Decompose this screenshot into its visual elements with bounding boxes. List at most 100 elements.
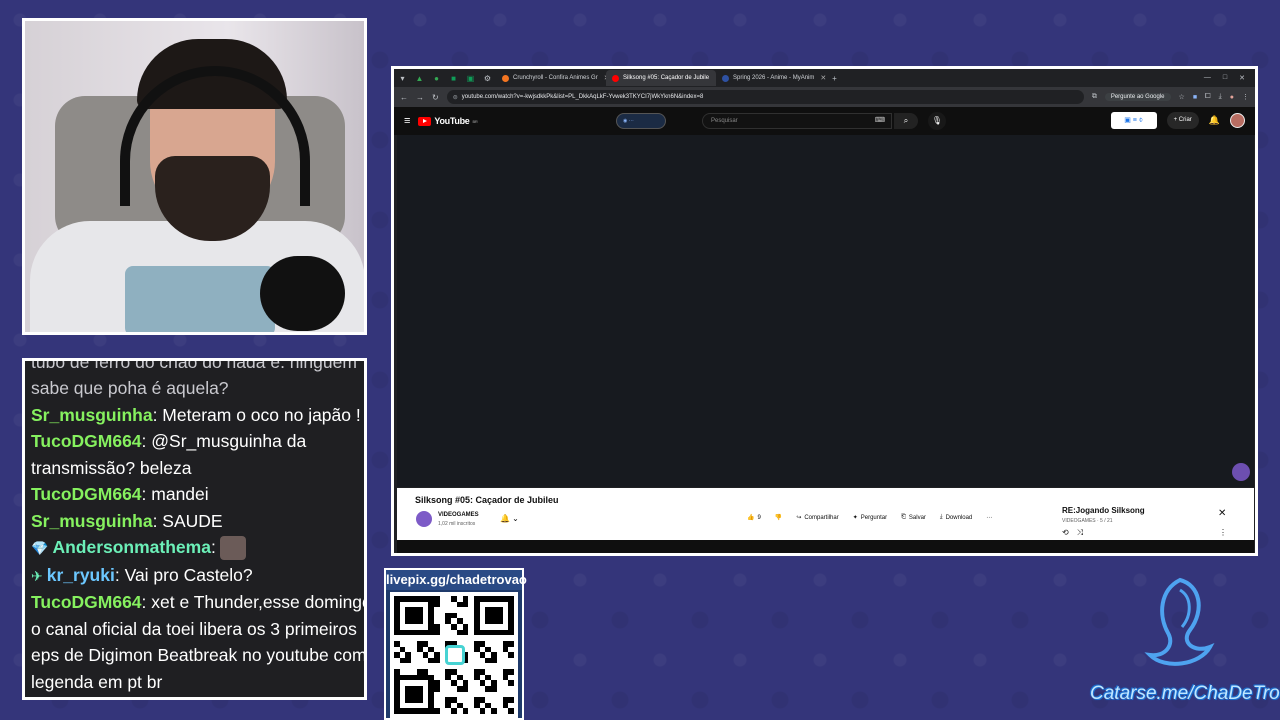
microphone xyxy=(260,256,345,331)
chat-message: ✈ kr_ryuki: Vai pro Castelo? xyxy=(31,562,362,590)
catarse-link-text: Catarse.me/ChaDeTrovao xyxy=(1090,683,1280,704)
tab-label: Silksong #05: Caçador de Jubile xyxy=(623,75,710,81)
notifications-bell-icon[interactable]: 🔔 xyxy=(1209,115,1220,126)
download-icon[interactable]: ⤓ xyxy=(1219,93,1222,101)
reload-button[interactable]: ↻ xyxy=(432,93,439,102)
ask-label: Perguntar xyxy=(860,514,888,521)
youtube-logo-text: YouTube xyxy=(434,116,470,126)
pinned-tab-calc[interactable]: ▣ xyxy=(465,73,476,84)
webcam-shirt-print xyxy=(125,266,275,332)
video-title: Silksong #05: Caçador de Jubileu xyxy=(415,495,559,505)
share-button[interactable]: ↪ Compartilhar xyxy=(796,514,839,522)
youtube-play-icon xyxy=(418,116,432,126)
forward-button[interactable]: → xyxy=(416,93,424,102)
close-tab-icon[interactable]: ✕ xyxy=(820,74,826,82)
channel-name[interactable]: VIDEOGAMES xyxy=(438,512,479,518)
chat-text: : xet e Thunder,esse domingo xyxy=(141,592,367,612)
create-button[interactable]: + Criar xyxy=(1166,112,1199,129)
subscription-bell-icon[interactable]: 🔔 ⌄ xyxy=(500,514,519,523)
pinned-tab-drive[interactable]: ▲ xyxy=(414,73,425,84)
save-button[interactable]: ⎗ Salvar xyxy=(901,514,926,521)
extensions-puzzle-icon[interactable]: ⧠ xyxy=(1205,93,1211,101)
chat-message: eps de Digimon Beatbreak no youtube com xyxy=(31,642,364,669)
download-label: Download xyxy=(945,514,973,521)
browser-menu-icon[interactable]: ⋮ xyxy=(1242,93,1249,101)
keyboard-icon[interactable]: ⌨ xyxy=(875,114,885,128)
video-info-bar: Silksong #05: Caçador de Jubileu VIDEOGA… xyxy=(397,488,1254,540)
chat-text: tubo de ferro do chão do nada e. ninguém xyxy=(31,358,357,372)
extension-toolbar[interactable]: ▣ ≡ ⌽ xyxy=(1110,112,1157,129)
chat-lines: tubo de ferro do chão do nada e. ninguém… xyxy=(31,358,364,696)
browser-tab[interactable]: Spring 2026 - Anime - MyAnim ✕ xyxy=(716,70,826,86)
chat-text: : Meteram o oco no japão ! xyxy=(152,404,361,425)
tab-label: Spring 2026 - Anime - MyAnim xyxy=(733,75,815,81)
url-text: youtube.com/watch?v=-kwjsdkkPk&list=PL_D… xyxy=(461,94,704,100)
loop-icon[interactable]: ⟲ xyxy=(1062,528,1069,538)
browser-tab[interactable]: Silksong #05: Caçador de Jubile✕ xyxy=(606,70,716,86)
webcam-feed xyxy=(22,18,367,335)
chat-username[interactable]: TucoDGM664 xyxy=(31,592,142,612)
tab-list-button[interactable]: ▾ xyxy=(397,73,408,84)
tab-favicon-icon xyxy=(722,74,729,82)
chat-message: legenda em pt br xyxy=(31,669,362,696)
hamburger-menu-icon[interactable]: ≡ xyxy=(404,115,410,127)
like-button[interactable]: 👍 9 xyxy=(747,514,761,522)
chat-message: sabe que poha é aquela? xyxy=(31,375,362,402)
share-icon: ↪ xyxy=(796,515,802,521)
bookmark-star-icon[interactable]: ☆ xyxy=(1179,93,1185,101)
new-tab-button[interactable]: + xyxy=(829,73,840,84)
close-window-button[interactable]: ✕ xyxy=(1239,74,1245,82)
search-input[interactable]: Pesquisar ⌨ xyxy=(702,113,892,129)
pinned-tab-green[interactable]: ● xyxy=(431,73,442,84)
browser-tab[interactable]: Crunchyroll - Confira Animes Gr✕ xyxy=(496,70,606,86)
thumbs-down-icon: 👎 xyxy=(774,515,783,521)
ask-button[interactable]: ✦ Perguntar xyxy=(853,514,888,522)
video-player[interactable] xyxy=(397,135,1254,487)
youtube-logo[interactable]: YouTube BR xyxy=(418,116,478,126)
playlist-more-icon[interactable]: ⋮ xyxy=(1219,528,1227,537)
youtube-header: ≡ YouTube BR ◉ ··· Pesquisar ⌨ ⌕ 🎙 ▣ ≡ ⌽… xyxy=(394,107,1255,135)
chat-message: o canal oficial da toei libera os 3 prim… xyxy=(31,616,362,643)
dislike-button[interactable]: 👎 xyxy=(775,514,782,521)
user-avatar[interactable] xyxy=(1230,113,1245,128)
chat-username[interactable]: Sr_musguinha xyxy=(31,511,153,531)
share-label: Compartilhar xyxy=(804,514,839,521)
chat-text: : mandei xyxy=(141,484,209,504)
youtube-extension-pill[interactable]: ◉ ··· xyxy=(616,113,666,129)
bookmark-icon: ⎗ xyxy=(901,514,906,520)
chat-message: 💎 Andersonmathema: xyxy=(31,534,362,562)
search-button[interactable]: ⌕ xyxy=(894,113,918,129)
shuffle-icon[interactable]: ⤨ xyxy=(1077,528,1083,538)
pinned-tab-misc[interactable]: ⚙ xyxy=(482,73,493,84)
minimize-button[interactable]: — xyxy=(1204,74,1211,82)
pinned-tab-sheets[interactable]: ■ xyxy=(448,73,459,84)
chat-username[interactable]: TucoDGM664 xyxy=(31,484,142,504)
cast-icon[interactable]: ⧉ xyxy=(1092,93,1097,101)
voice-search-icon[interactable]: 🎙 xyxy=(928,112,946,130)
chat-emote xyxy=(219,536,246,561)
playlist-title[interactable]: RE:Jogando Silksong xyxy=(1062,506,1145,515)
extension-icon[interactable]: ■ xyxy=(1193,94,1197,101)
profile-icon[interactable]: ● xyxy=(1230,94,1234,101)
tab-strip: ▾ ▲ ● ■ ▣ ⚙ Crunchyroll - Confira Animes… xyxy=(394,69,1255,87)
chat-text: eps de Digimon Beatbreak no youtube com xyxy=(31,645,367,665)
ask-google-button[interactable]: Pergunte ao Google xyxy=(1104,93,1171,101)
user-badge-icon: 💎 xyxy=(31,540,49,556)
tab-favicon-icon xyxy=(612,74,619,82)
back-button[interactable]: ← xyxy=(400,93,408,102)
chat-text: : xyxy=(210,537,216,557)
download-button[interactable]: ⤓ Download xyxy=(940,514,972,521)
chat-message: TucoDGM664: @Sr_musguinha da xyxy=(31,428,362,455)
chat-username[interactable]: TucoDGM664 xyxy=(31,431,142,451)
chat-username[interactable]: Sr_musguinha xyxy=(31,405,153,425)
chat-username[interactable]: Andersonmathema xyxy=(52,537,211,557)
channel-avatar[interactable] xyxy=(416,511,432,527)
url-field[interactable]: ⊜ youtube.com/watch?v=-kwjsdkkPk&list=PL… xyxy=(446,90,1084,104)
channel-watermark[interactable] xyxy=(1232,463,1250,481)
maximize-button[interactable]: □ xyxy=(1223,74,1227,82)
chat-username[interactable]: kr_ryuki xyxy=(47,565,115,585)
site-info-icon[interactable]: ⊜ xyxy=(453,94,458,101)
more-actions-button[interactable]: ··· xyxy=(986,515,992,521)
chat-message: transmissão? beleza xyxy=(31,455,362,482)
close-playlist-icon[interactable]: ✕ xyxy=(1218,508,1226,519)
